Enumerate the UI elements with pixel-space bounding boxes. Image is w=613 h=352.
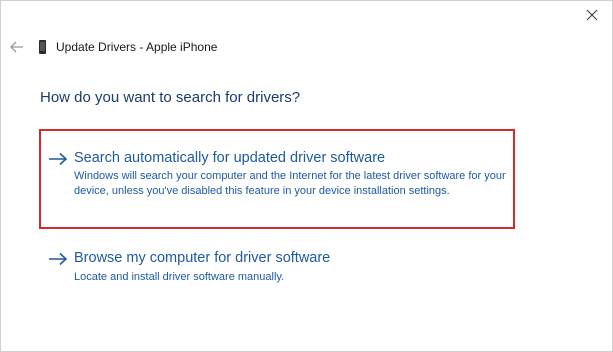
option-title: Search automatically for updated driver … xyxy=(74,150,386,166)
close-button[interactable] xyxy=(581,5,603,25)
right-arrow-icon xyxy=(49,252,68,266)
browse-computer-option[interactable]: Browse my computer for driver software L… xyxy=(39,247,515,297)
right-arrow-icon xyxy=(49,152,68,166)
option-description: Locate and install driver software manua… xyxy=(74,271,285,283)
search-automatically-option[interactable]: Search automatically for updated driver … xyxy=(39,129,515,229)
option-description: Windows will search your computer and th… xyxy=(74,170,506,197)
back-arrow-icon xyxy=(10,41,23,53)
dialog-title: Update Drivers - Apple iPhone xyxy=(56,40,218,54)
option-title: Browse my computer for driver software xyxy=(74,250,331,266)
page-heading: How do you want to search for drivers? xyxy=(40,89,301,106)
update-drivers-dialog: Update Drivers - Apple iPhone How do you… xyxy=(0,0,613,352)
back-button[interactable] xyxy=(9,39,25,55)
close-icon xyxy=(586,9,598,21)
dialog-header: Update Drivers - Apple iPhone xyxy=(9,35,217,59)
phone-icon xyxy=(39,40,46,54)
